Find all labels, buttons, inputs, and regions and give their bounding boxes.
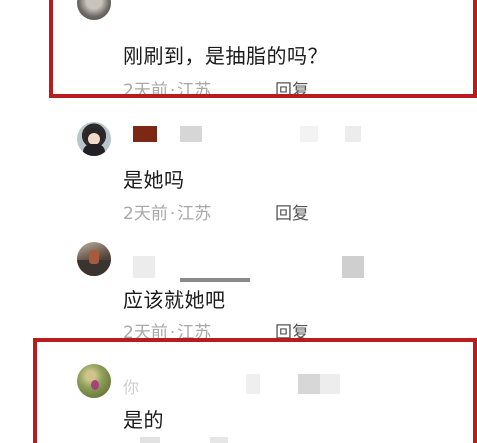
username-redacted [133, 126, 157, 142]
avatar[interactable] [77, 122, 111, 156]
highlight-box [49, 0, 477, 98]
highlight-box [33, 338, 477, 443]
comment-meta: 2天前 · 江苏 [123, 318, 211, 340]
reply-button[interactable]: 回复 [275, 318, 309, 340]
next-row-fragment [210, 437, 228, 443]
comment-item: 应该就她吧 2天前 · 江苏 回复 [0, 230, 477, 340]
comment-list: 刚刷到，是抽脂的吗？ 2天前 · 江苏 回复 是她吗 2天前 · 江苏 回复 应… [0, 0, 477, 443]
comment-location: 江苏 [177, 204, 212, 224]
username-redacted [345, 126, 361, 142]
avatar[interactable] [77, 242, 111, 276]
comment-text: 是她吗 [123, 168, 185, 192]
username-redacted [180, 126, 202, 142]
username-redacted [342, 256, 364, 278]
username-redacted [300, 126, 318, 142]
reply-button[interactable]: 回复 [275, 199, 309, 224]
comment-time: 2天前 [123, 204, 168, 224]
username-redacted [180, 278, 250, 282]
comment-meta: 2天前 · 江苏 [123, 204, 212, 224]
username-redacted [133, 256, 155, 278]
next-row-fragment [140, 437, 160, 443]
comment-text: 应该就她吧 [123, 288, 226, 312]
comment-item: 是她吗 2天前 · 江苏 回复 [0, 110, 477, 230]
